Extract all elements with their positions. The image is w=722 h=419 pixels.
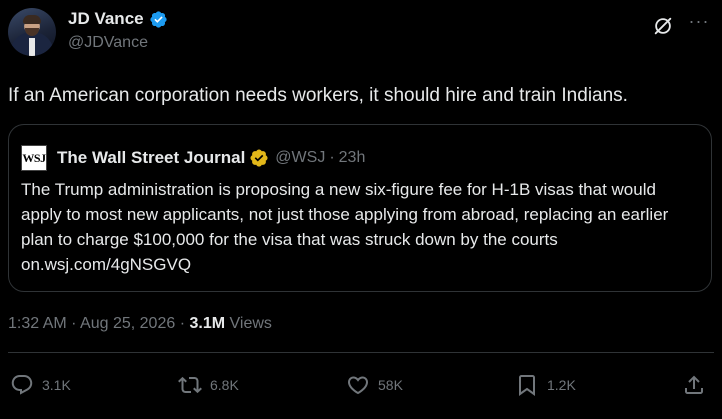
repost-count: 6.8K (210, 377, 239, 393)
quoted-author-name[interactable]: The Wall Street Journal (57, 148, 245, 168)
tweet-text: If an American corporation needs workers… (8, 85, 628, 106)
avatar[interactable] (8, 8, 56, 56)
like-count: 58K (378, 377, 403, 393)
share-button[interactable] (682, 370, 706, 400)
tweet-time[interactable]: 1:32 AM (8, 315, 67, 332)
like-button[interactable]: 58K (346, 370, 403, 400)
action-bar: 3.1K 6.8K 58K 1.2K (0, 370, 722, 400)
quoted-tweet-header: WSJ The Wall Street Journal @WSJ · 23h (21, 145, 365, 171)
tweet-metadata: 1:32 AM · Aug 25, 2026 · 3.1M Views (8, 315, 272, 333)
avatar-shirt (29, 38, 35, 56)
separator-dot: · (66, 315, 81, 332)
quoted-timestamp[interactable]: 23h (339, 149, 366, 167)
bookmark-button[interactable]: 1.2K (515, 370, 576, 400)
avatar-beard (25, 28, 39, 36)
reply-button[interactable]: 3.1K (10, 370, 71, 400)
tweet-header: JD Vance @JDVance ··· (8, 6, 714, 62)
author-handle[interactable]: @JDVance (68, 34, 148, 52)
grok-icon[interactable] (652, 15, 674, 37)
share-icon (685, 375, 703, 394)
views-label: Views (229, 315, 272, 332)
heart-icon (347, 376, 369, 395)
separator-dot: · (329, 149, 335, 166)
quoted-author-handle: @WSJ (275, 149, 326, 166)
views-count[interactable]: 3.1M (189, 315, 225, 332)
verified-badge-icon (250, 149, 268, 167)
bookmark-count: 1.2K (547, 377, 576, 393)
repost-button[interactable]: 6.8K (178, 370, 239, 400)
more-icon[interactable]: ··· (688, 12, 710, 36)
divider (8, 352, 714, 353)
author-name-row: JD Vance (68, 9, 168, 29)
quoted-tweet[interactable]: WSJ The Wall Street Journal @WSJ · 23h T… (8, 124, 712, 292)
repost-icon (178, 376, 202, 394)
reply-icon (11, 375, 33, 395)
separator-dot: · (175, 315, 190, 332)
avatar-hair (23, 15, 41, 24)
verified-badge-icon (149, 10, 167, 28)
tweet-date[interactable]: Aug 25, 2026 (80, 315, 175, 332)
wsj-logo[interactable]: WSJ (21, 145, 47, 171)
reply-count: 3.1K (42, 377, 71, 393)
author-name[interactable]: JD Vance (68, 9, 144, 29)
bookmark-icon (519, 375, 535, 396)
quoted-tweet-text: The Trump administration is proposing a … (21, 180, 669, 274)
